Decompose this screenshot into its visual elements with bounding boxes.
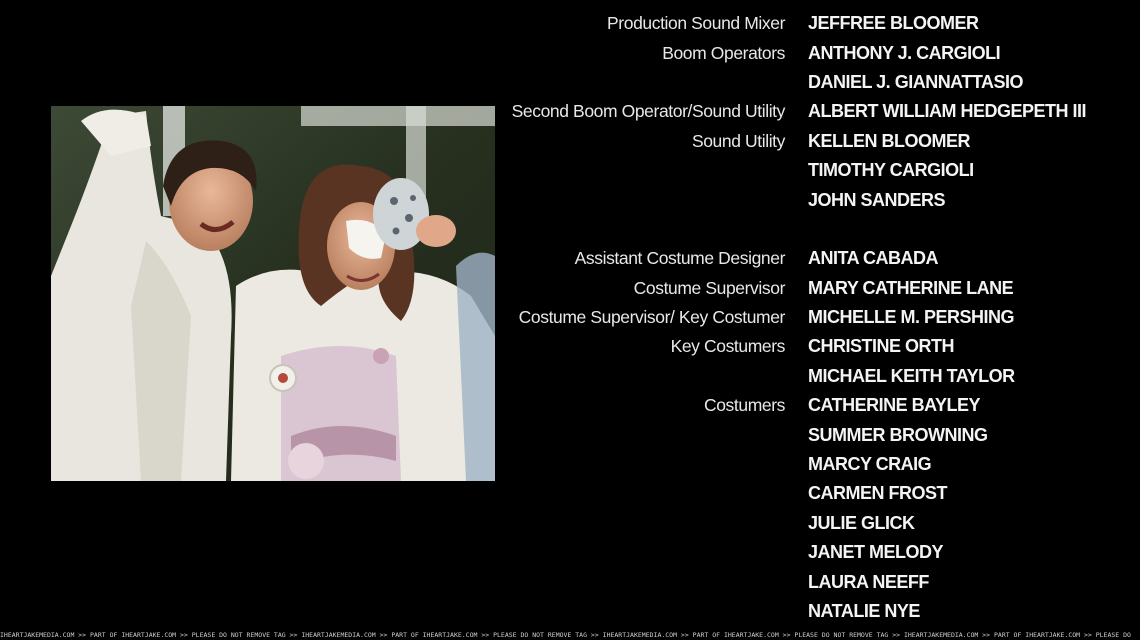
credit-role: Assistant Costume Designer [574,248,786,269]
film-still [51,106,495,481]
credit-role: Costumers [703,395,785,416]
credit-role: Costume Supervisor [633,277,786,298]
credit-name: KELLEN BLOOMER [808,130,971,151]
credit-row: Costume Supervisor MARY CATHERINE LANE [500,274,1140,303]
credit-name: MARY CATHERINE LANE [808,277,1014,298]
credit-name: NATALIE NYE [808,601,920,621]
credit-row: JOHN SANDERS [500,185,1140,214]
credit-name: ANTHONY J. CARGIOLI [808,42,1001,63]
watermark: IHEARTJAKEMEDIA.COM >> PART OF IHEARTJAK… [0,631,1131,639]
credit-name: MICHELLE M. PERSHING [808,307,1015,328]
credit-name: LAURA NEEFF [808,571,929,592]
credit-row: JANET MELODY [500,538,1140,567]
credit-name: CARMEN FROST [808,483,948,504]
credit-name: SUMMER BROWNING [808,424,988,445]
credit-name: TIMOTHY CARGIOLI [808,160,974,181]
credit-name: CHRISTINE ORTH [808,336,955,357]
credits-list: Production Sound Mixer JEFFREE BLOOMER Boo… [500,9,1140,626]
credit-row: MICHAEL KEITH TAYLOR [500,362,1140,391]
credit-name: ANITA CABADA [808,248,938,269]
credit-name: JOHN SANDERS [808,189,946,210]
credit-role: Costume Supervisor/ Key Costumer [518,307,786,328]
credit-row: Boom Operators ANTHONY J. CARGIOLI [500,38,1140,67]
credit-row: Assistant Costume Designer ANITA CABADA [500,244,1140,273]
credit-row: JULIE GLICK [500,509,1140,538]
credit-row: SUMMER BROWNING [500,420,1140,449]
credit-role: Key Costumers [670,336,786,357]
credit-row: Costume Supervisor/ Key Costumer MICHELLE… [500,303,1140,332]
credit-name: JEFFREE BLOOMER [808,13,979,34]
credit-row [500,215,1140,244]
credit-role: Second Boom Operator/Sound Utility [511,101,786,122]
credit-row: Costumers CATHERINE BAYLEY [500,391,1140,420]
credit-row: MARCY CRAIG [500,450,1140,479]
credit-name: MICHAEL KEITH TAYLOR [808,365,1015,386]
credit-row: Production Sound Mixer JEFFREE BLOOMER [500,9,1140,38]
credit-row: Second Boom Operator/Sound Utility ALBERT… [500,97,1140,126]
credit-row: CARMEN FROST [500,479,1140,508]
credit-role: Boom Operators [662,42,785,63]
credit-row: Key Costumers CHRISTINE ORTH [500,332,1140,361]
credit-row: NATALIE NYE [500,597,1140,626]
credit-name: JANET MELODY [808,542,944,563]
credit-name: MARCY CRAIG [808,454,932,475]
credit-row: LAURA NEEFF [500,567,1140,596]
credit-name: CATHERINE BAYLEY [808,395,981,416]
credit-name: DANIEL J. GIANNATTASIO [808,71,1024,92]
credit-name: JULIE GLICK [808,512,915,533]
credit-row: Sound Utility KELLEN BLOOMER [500,127,1140,156]
credit-row: DANIEL J. GIANNATTASIO [500,68,1140,97]
credit-row: TIMOTHY CARGIOLI [500,156,1140,185]
credit-role: Production Sound Mixer [607,13,785,34]
film-still-illustration [51,106,495,481]
credit-name: ALBERT WILLIAM HEDGEPETH III [808,101,1087,122]
credit-role: Sound Utility [691,130,785,151]
